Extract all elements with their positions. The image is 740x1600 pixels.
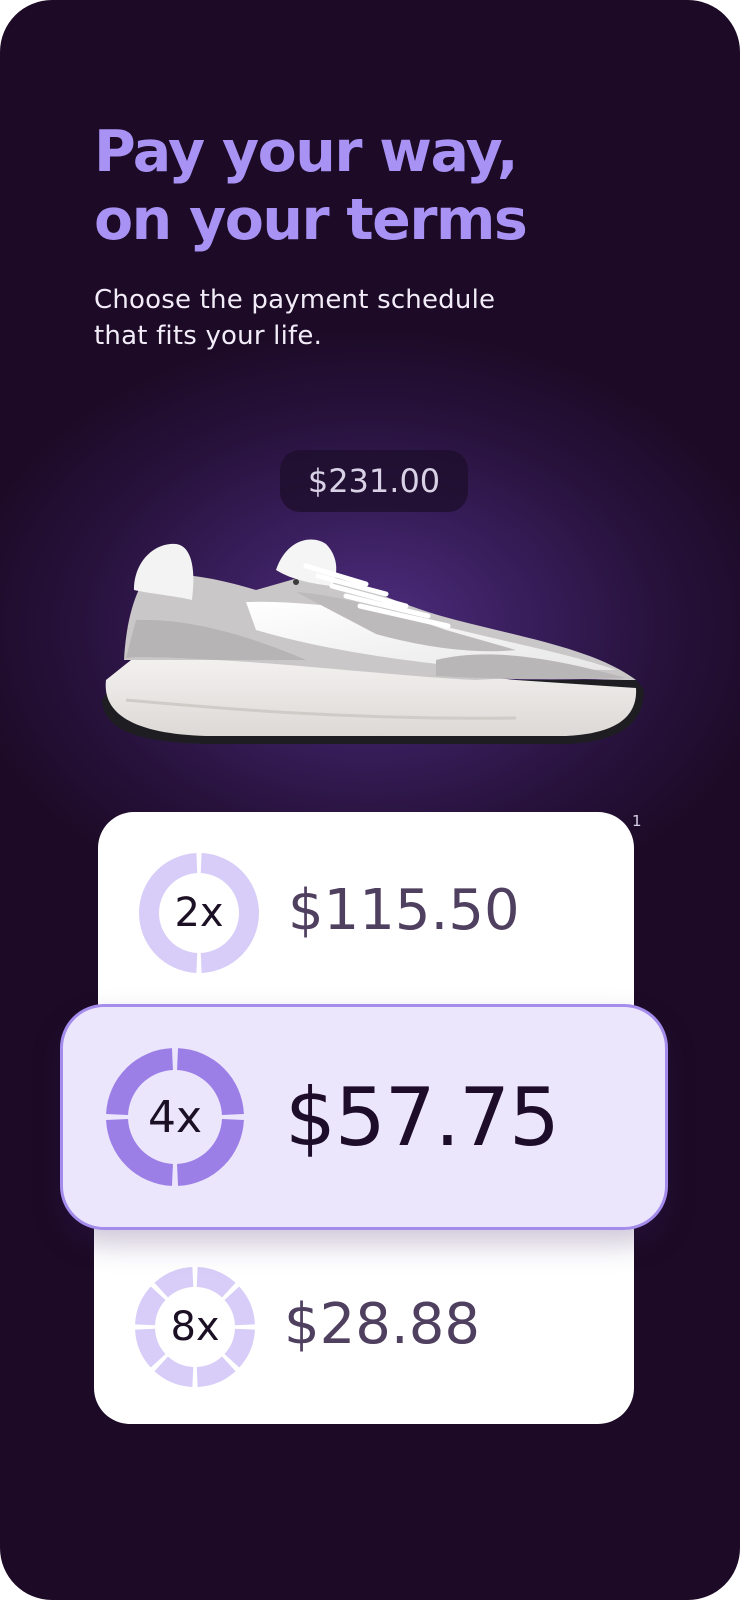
sneaker-image <box>102 539 644 744</box>
plan-option-8x[interactable]: 8x $28.88 <box>94 1216 634 1424</box>
installment-ring-8x: 8x <box>134 1266 256 1388</box>
subheadline: Choose the payment schedule that fits yo… <box>94 282 654 354</box>
headline: Pay your way, on your terms <box>94 118 714 254</box>
plan-option-4x-selected[interactable]: 4x $57.75 <box>60 1004 668 1230</box>
headline-line-1: Pay your way, <box>94 119 519 185</box>
installment-ring-4x: 4x <box>105 1047 245 1187</box>
plan-count-label: 4x <box>147 1091 203 1143</box>
plan-option-2x[interactable]: 2x $115.50 <box>98 812 634 1030</box>
plan-amount: $28.88 <box>284 1292 480 1357</box>
headline-line-2: on your terms <box>94 187 528 253</box>
plan-amount: $115.50 <box>288 878 520 943</box>
plan-amount: $57.75 <box>285 1070 560 1164</box>
subheadline-line-2: that fits your life. <box>94 321 323 351</box>
subheadline-line-1: Choose the payment schedule <box>94 285 496 315</box>
plan-count-label: 2x <box>174 890 224 936</box>
plan-count-label: 8x <box>170 1304 220 1350</box>
product-price-badge: $231.00 <box>280 450 468 512</box>
app-screen: Pay your way, on your terms Choose the p… <box>0 0 740 1600</box>
installment-ring-2x: 2x <box>138 852 260 974</box>
footnote-marker: 1 <box>632 812 642 830</box>
